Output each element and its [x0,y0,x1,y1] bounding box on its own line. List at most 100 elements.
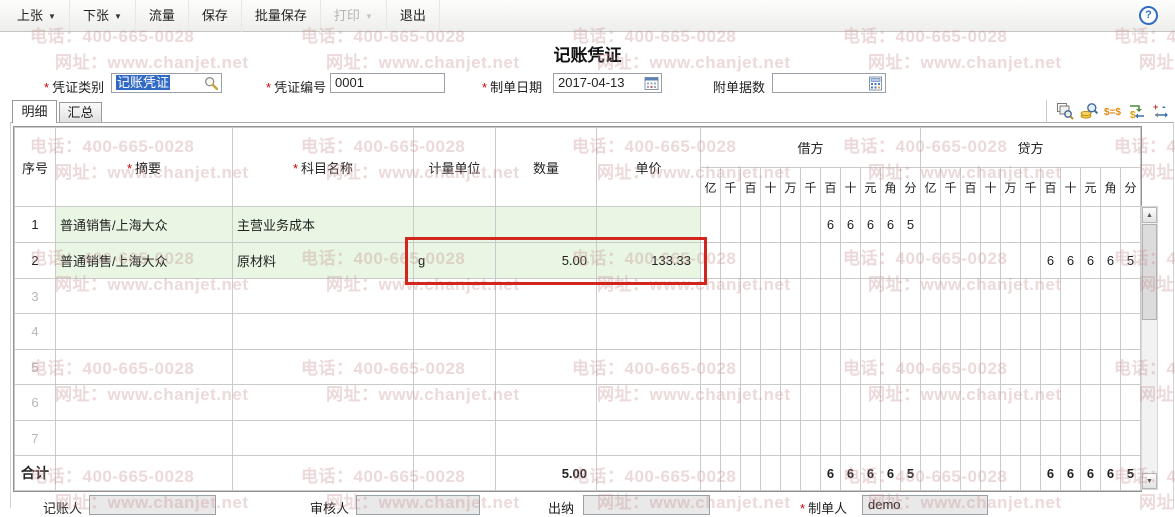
debit-digit-cell[interactable] [860,313,881,350]
price-cell[interactable] [596,349,701,385]
search-icon[interactable] [204,76,219,96]
debit-digit-cell[interactable] [880,349,901,385]
credit-digit-cell[interactable] [1000,420,1021,456]
debit-digit-cell[interactable] [780,384,801,421]
qty-cell[interactable] [495,384,597,421]
debit-digit-cell[interactable] [900,278,921,314]
credit-digit-cell[interactable] [1040,349,1061,385]
credit-digit-cell[interactable] [920,206,941,243]
debit-digit-cell[interactable]: 5 [900,206,921,243]
debit-digit-cell[interactable] [800,349,821,385]
doc-date-input[interactable]: 2017-04-13 [553,73,662,93]
flow-button[interactable]: 流量 [136,0,189,32]
debit-digit-cell[interactable]: 6 [880,206,901,243]
tab-detail[interactable]: 明细 [12,100,57,123]
balance-amount-icon[interactable]: $=$ [1104,102,1122,120]
debit-digit-cell[interactable] [900,349,921,385]
debit-digit-cell[interactable] [760,278,781,314]
debit-digit-cell[interactable] [780,242,801,279]
debit-digit-cell[interactable] [860,242,881,279]
debit-digit-cell[interactable] [820,242,841,279]
credit-digit-cell[interactable] [1120,206,1141,243]
vertical-scrollbar[interactable]: ▲ ▼ [1141,206,1158,490]
credit-digit-cell[interactable] [920,313,941,350]
credit-digit-cell[interactable] [1060,384,1081,421]
debit-digit-cell[interactable] [780,313,801,350]
credit-digit-cell[interactable] [1080,206,1101,243]
account-cell[interactable] [232,384,414,421]
credit-digit-cell[interactable]: 6 [1080,242,1101,279]
credit-digit-cell[interactable] [1080,349,1101,385]
credit-digit-cell[interactable] [1000,278,1021,314]
row-no-cell[interactable]: 5 [14,349,56,385]
debit-digit-cell[interactable]: 6 [840,206,861,243]
credit-digit-cell[interactable] [960,278,981,314]
credit-digit-cell[interactable] [1120,420,1141,456]
credit-digit-cell[interactable] [1080,384,1101,421]
debit-digit-cell[interactable] [760,242,781,279]
credit-digit-cell[interactable] [1060,206,1081,243]
debit-digit-cell[interactable] [780,420,801,456]
credit-digit-cell[interactable] [960,242,981,279]
debit-digit-cell[interactable] [760,420,781,456]
save-button[interactable]: 保存 [189,0,242,32]
price-cell[interactable] [596,420,701,456]
credit-digit-cell[interactable] [1020,384,1041,421]
debit-digit-cell[interactable] [900,420,921,456]
unit-cell[interactable] [413,206,496,243]
summary-cell[interactable] [55,384,233,421]
debit-digit-cell[interactable] [720,242,741,279]
credit-digit-cell[interactable] [1040,278,1061,314]
debit-digit-cell[interactable] [780,278,801,314]
credit-digit-cell[interactable] [1000,313,1021,350]
debit-digit-cell[interactable] [880,242,901,279]
credit-digit-cell[interactable] [960,206,981,243]
summary-cell[interactable] [55,278,233,314]
price-cell[interactable]: 133.33 [596,242,701,279]
debit-digit-cell[interactable] [840,278,861,314]
credit-digit-cell[interactable] [940,420,961,456]
credit-digit-cell[interactable] [1040,313,1061,350]
debit-digit-cell[interactable] [700,420,721,456]
credit-digit-cell[interactable]: 5 [1120,242,1141,279]
summary-cell[interactable] [55,313,233,350]
debit-digit-cell[interactable] [700,313,721,350]
qty-cell[interactable] [495,206,597,243]
credit-digit-cell[interactable] [1080,278,1101,314]
credit-digit-cell[interactable] [920,384,941,421]
credit-digit-cell[interactable] [1100,420,1121,456]
credit-digit-cell[interactable] [1100,384,1121,421]
voucher-no-input[interactable]: 0001 [330,73,445,93]
tab-summary[interactable]: 汇总 [59,102,102,122]
credit-digit-cell[interactable] [1000,206,1021,243]
debit-digit-cell[interactable] [880,420,901,456]
credit-digit-cell[interactable] [1060,349,1081,385]
row-no-cell[interactable]: 3 [14,278,56,314]
credit-digit-cell[interactable] [1020,206,1041,243]
price-cell[interactable] [596,206,701,243]
row-no-cell[interactable]: 6 [14,384,56,421]
credit-digit-cell[interactable] [1080,313,1101,350]
credit-digit-cell[interactable] [1100,278,1121,314]
credit-digit-cell[interactable] [980,349,1001,385]
account-cell[interactable] [232,278,414,314]
cashier-field[interactable] [583,495,710,515]
credit-digit-cell[interactable] [1060,420,1081,456]
debit-digit-cell[interactable] [700,242,721,279]
credit-digit-cell[interactable] [1040,384,1061,421]
credit-digit-cell[interactable] [1020,420,1041,456]
credit-digit-cell[interactable] [940,349,961,385]
account-cell[interactable] [232,349,414,385]
unit-cell[interactable] [413,278,496,314]
debit-digit-cell[interactable] [800,242,821,279]
calendar-icon[interactable] [644,76,659,96]
row-no-cell[interactable]: 1 [14,206,56,243]
row-no-cell[interactable]: 2 [14,242,56,279]
credit-digit-cell[interactable] [960,313,981,350]
next-voucher-button[interactable]: 下张 ▼ [70,0,136,32]
debit-digit-cell[interactable] [760,349,781,385]
summary-cell[interactable] [55,420,233,456]
credit-digit-cell[interactable] [980,420,1001,456]
qty-cell[interactable] [495,420,597,456]
credit-digit-cell[interactable]: 6 [1100,242,1121,279]
